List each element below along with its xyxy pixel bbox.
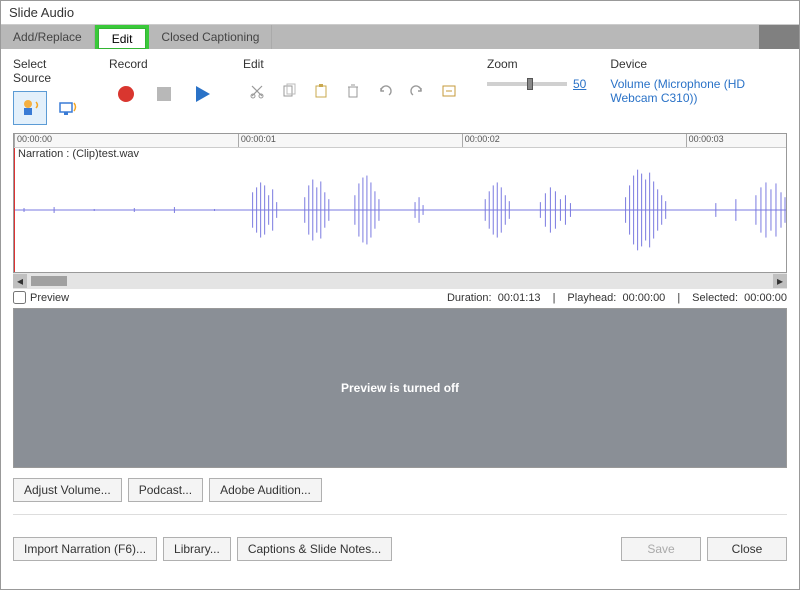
tick: 00:00:01	[238, 134, 276, 147]
playhead-value: 00:00:00	[622, 292, 665, 304]
tab-bar: Add/Replace Edit Closed Captioning	[1, 25, 799, 49]
timeline-scrollbar[interactable]: ◂ ▸	[13, 273, 787, 289]
captions-notes-button[interactable]: Captions & Slide Notes...	[237, 537, 392, 561]
cut-icon[interactable]	[243, 77, 271, 105]
tab-add-replace[interactable]: Add/Replace	[1, 25, 95, 49]
time-ruler: 00:00:00 00:00:01 00:00:02 00:00:03	[14, 134, 786, 148]
stop-button[interactable]	[147, 77, 181, 111]
group-device: Device Volume (Microphone (HD Webcam C31…	[610, 57, 763, 125]
group-record: Record	[109, 57, 219, 125]
scroll-right-icon[interactable]: ▸	[773, 274, 787, 288]
window-title: Slide Audio	[1, 1, 799, 25]
tick: 00:00:03	[686, 134, 724, 147]
import-narration-button[interactable]: Import Narration (F6)...	[13, 537, 157, 561]
zoom-slider[interactable]	[487, 82, 567, 86]
adjust-volume-button[interactable]: Adjust Volume...	[13, 478, 122, 502]
label-edit: Edit	[243, 57, 463, 71]
zoom-value[interactable]: 50	[573, 77, 586, 91]
dialog-actions-row: Import Narration (F6)... Library... Capt…	[13, 537, 787, 561]
delete-icon[interactable]	[339, 77, 367, 105]
paste-icon[interactable]	[307, 77, 335, 105]
duration-label: Duration:	[447, 292, 492, 304]
save-button: Save	[621, 537, 701, 561]
narration-clip-label: Narration : (Clip)test.wav	[16, 148, 141, 160]
record-button[interactable]	[109, 77, 143, 111]
zoom-thumb[interactable]	[527, 78, 533, 90]
tab-edit[interactable]: Edit	[95, 25, 150, 49]
undo-icon[interactable]	[371, 77, 399, 105]
label-device: Device	[610, 57, 763, 71]
preview-checkbox[interactable]	[13, 291, 26, 304]
waveform-timeline[interactable]: 00:00:00 00:00:01 00:00:02 00:00:03 Narr…	[13, 133, 787, 273]
group-select-source: Select Source	[13, 57, 85, 125]
tab-closed-captioning[interactable]: Closed Captioning	[149, 25, 272, 49]
label-record: Record	[109, 57, 219, 71]
playhead-label: Playhead:	[567, 292, 616, 304]
scroll-left-icon[interactable]: ◂	[13, 274, 27, 288]
separator	[13, 514, 787, 515]
label-select-source: Select Source	[13, 57, 85, 85]
preview-off-message: Preview is turned off	[341, 381, 459, 395]
preview-checkbox-label: Preview	[30, 292, 69, 304]
edit-actions-row: Adjust Volume... Podcast... Adobe Auditi…	[13, 478, 787, 502]
selected-value: 00:00:00	[744, 292, 787, 304]
duration-value: 00:01:13	[498, 292, 541, 304]
playhead-marker[interactable]	[14, 148, 15, 272]
status-bar: Preview Duration: 00:01:13 | Playhead: 0…	[13, 291, 787, 304]
play-button[interactable]	[185, 77, 219, 111]
group-edit: Edit	[243, 57, 463, 125]
preview-pane: Preview is turned off	[13, 308, 787, 468]
insert-silence-icon[interactable]	[435, 77, 463, 105]
tick: 00:00:00	[14, 134, 52, 147]
library-button[interactable]: Library...	[163, 537, 231, 561]
toolbar: Select Source Record Edit	[1, 49, 799, 129]
group-zoom: Zoom 50	[487, 57, 586, 125]
device-link[interactable]: Volume (Microphone (HD Webcam C310))	[610, 77, 763, 105]
waveform	[14, 148, 786, 272]
label-zoom: Zoom	[487, 57, 586, 71]
close-button[interactable]: Close	[707, 537, 787, 561]
source-mic-icon[interactable]	[13, 91, 47, 125]
redo-icon[interactable]	[403, 77, 431, 105]
adobe-audition-button[interactable]: Adobe Audition...	[209, 478, 322, 502]
scroll-thumb[interactable]	[31, 276, 67, 286]
copy-icon[interactable]	[275, 77, 303, 105]
tick: 00:00:02	[462, 134, 500, 147]
selected-label: Selected:	[692, 292, 738, 304]
source-system-icon[interactable]	[51, 91, 85, 125]
podcast-button[interactable]: Podcast...	[128, 478, 203, 502]
